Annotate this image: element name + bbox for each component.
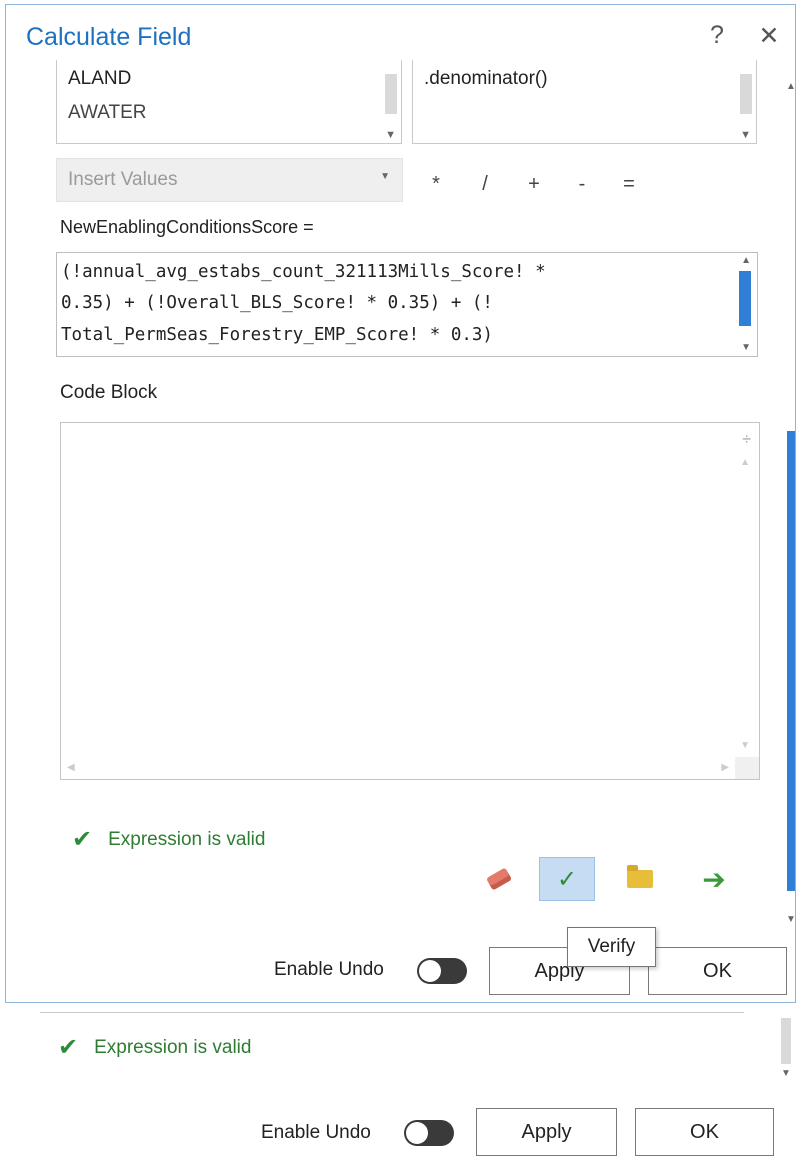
scroll-thumb[interactable] — [740, 74, 752, 114]
panel-scrollbar[interactable]: ▼ — [778, 1010, 796, 1090]
scroll-up-icon[interactable]: ▲ — [740, 457, 750, 468]
insert-values-placeholder: Insert Values — [68, 169, 178, 190]
folder-icon — [627, 865, 653, 888]
scrollbar-corner — [735, 757, 759, 779]
split-view-icon[interactable]: ÷ — [742, 431, 751, 449]
functions-list-scrollbar[interactable]: ▼ — [734, 60, 756, 143]
functions-list[interactable]: .denominator() ▼ — [412, 60, 757, 144]
export-button[interactable]: ➔ — [686, 857, 742, 901]
close-button[interactable]: ✕ — [756, 21, 782, 51]
validation-status-text: Expression is valid — [108, 828, 266, 850]
open-button[interactable] — [612, 857, 668, 901]
code-block-editor[interactable]: ÷ ▲ ▼ ◀ ▶ — [60, 422, 760, 780]
scroll-thumb[interactable] — [739, 271, 751, 326]
expression-scrollbar[interactable]: ▲ ▼ — [737, 253, 757, 356]
checkmark-icon: ✔ — [58, 1034, 79, 1061]
eraser-icon — [485, 867, 513, 891]
fields-list[interactable]: ALAND AWATER ▼ — [56, 60, 402, 144]
expression-line: Total_PermSeas_Forestry_EMP_Score! * 0.3… — [61, 325, 493, 345]
screenshot: Calculate Field ? ✕ ALAND AWATER ▼ .deno… — [0, 0, 796, 1171]
list-item[interactable]: ALAND — [68, 68, 131, 90]
validation-status-text: Expression is valid — [94, 1036, 252, 1058]
insert-values-dropdown[interactable]: Insert Values ▼ — [56, 158, 403, 202]
expression-line: (!annual_avg_estabs_count_321113Mills_Sc… — [61, 262, 546, 282]
scroll-down-icon[interactable]: ▼ — [740, 740, 750, 751]
scroll-down-icon[interactable]: ▼ — [781, 1068, 791, 1079]
expression-label: NewEnablingConditionsScore = — [60, 217, 314, 237]
scroll-thumb[interactable] — [781, 1018, 791, 1064]
divider — [40, 1012, 744, 1013]
verify-tooltip: Verify — [567, 927, 656, 967]
operator-subtract-button[interactable]: - — [572, 173, 592, 196]
checkmark-icon: ✔ — [72, 826, 93, 853]
dialog-scrollbar[interactable]: ▲ ▼ — [785, 81, 795, 925]
clear-button[interactable] — [471, 857, 527, 901]
help-button[interactable]: ? — [706, 21, 728, 50]
ok-button[interactable]: OK — [648, 947, 787, 995]
list-item[interactable]: .denominator() — [424, 68, 548, 90]
enable-undo-toggle[interactable] — [404, 1120, 454, 1146]
enable-undo-label: Enable Undo — [274, 959, 384, 980]
enable-undo-label: Enable Undo — [261, 1122, 371, 1143]
validation-status: ✔ Expression is valid — [58, 1033, 251, 1062]
scroll-thumb[interactable] — [787, 431, 795, 891]
scroll-down-icon[interactable]: ▼ — [385, 129, 396, 141]
toggle-knob — [419, 960, 441, 982]
scroll-left-icon[interactable]: ◀ — [67, 762, 75, 773]
checkmark-icon: ✓ — [556, 865, 578, 893]
expression-line: 0.35) + (!Overall_BLS_Score! * 0.35) + (… — [61, 293, 493, 313]
calculate-field-dialog: Calculate Field ? ✕ ALAND AWATER ▼ .deno… — [5, 4, 796, 1003]
code-block-label: Code Block — [60, 382, 158, 403]
scroll-right-icon[interactable]: ▶ — [721, 762, 729, 773]
arrow-right-icon: ➔ — [702, 863, 726, 895]
scroll-down-icon[interactable]: ▼ — [741, 342, 751, 353]
chevron-down-icon: ▼ — [380, 171, 390, 182]
verify-button[interactable]: ✓ — [539, 857, 595, 901]
scroll-down-icon[interactable]: ▼ — [740, 129, 751, 141]
toggle-knob — [406, 1122, 428, 1144]
scroll-thumb[interactable] — [385, 74, 397, 114]
operator-divide-button[interactable]: / — [475, 173, 495, 196]
apply-button[interactable]: Apply — [476, 1108, 617, 1156]
validation-status: ✔ Expression is valid — [72, 825, 265, 854]
enable-undo-toggle[interactable] — [417, 958, 467, 984]
scroll-up-icon[interactable]: ▲ — [741, 255, 751, 266]
operator-equals-button[interactable]: = — [619, 173, 639, 196]
ok-button[interactable]: OK — [635, 1108, 774, 1156]
fields-list-scrollbar[interactable]: ▼ — [379, 60, 401, 143]
operator-multiply-button[interactable]: * — [426, 173, 446, 196]
list-item[interactable]: AWATER — [68, 102, 146, 124]
dialog-title: Calculate Field — [26, 23, 192, 51]
scroll-up-icon[interactable]: ▲ — [786, 81, 795, 92]
scroll-down-icon[interactable]: ▼ — [786, 914, 795, 925]
operator-add-button[interactable]: + — [524, 173, 544, 196]
expression-editor[interactable]: (!annual_avg_estabs_count_321113Mills_Sc… — [56, 252, 758, 357]
